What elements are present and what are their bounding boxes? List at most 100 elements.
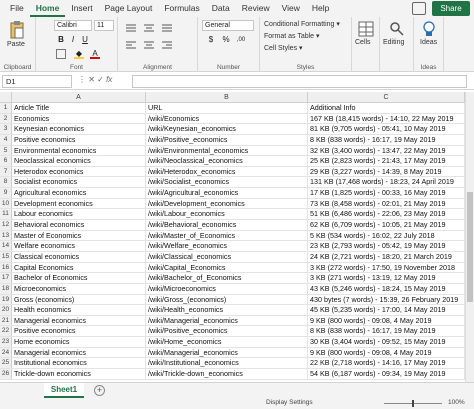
cell[interactable]: 43 KB (5,246 words) - 18:24, 15 May 2019: [308, 283, 465, 294]
cell[interactable]: /wiki/Trickle-down_economics: [146, 369, 308, 379]
borders-icon[interactable]: [56, 49, 66, 59]
ideas-icon[interactable]: [421, 20, 437, 38]
cell[interactable]: 81 KB (9,705 words) - 05:41, 10 May 2019: [308, 124, 465, 134]
currency-icon[interactable]: $: [204, 35, 218, 45]
cell[interactable]: 8 KB (838 words) - 16:17, 19 May 2019: [308, 326, 465, 337]
cell[interactable]: /wiki/Positive_economics: [146, 326, 308, 337]
ideas-label[interactable]: Ideas: [420, 39, 437, 46]
cell[interactable]: 23 KB (2,793 words) - 05:42, 19 May 2019: [308, 241, 465, 251]
tab-insert[interactable]: Insert: [65, 0, 98, 17]
row-number[interactable]: 19: [0, 294, 12, 305]
cell[interactable]: /wiki/Managerial_economics: [146, 315, 308, 326]
row-number[interactable]: 12: [0, 220, 12, 230]
row-number[interactable]: 11: [0, 209, 12, 220]
font-size-select[interactable]: 11: [94, 20, 114, 31]
cell[interactable]: Socialist economics: [12, 177, 146, 188]
row-number[interactable]: 8: [0, 177, 12, 188]
row-number[interactable]: 26: [0, 369, 12, 379]
cell[interactable]: Institutional economics: [12, 358, 146, 369]
editing-icon[interactable]: [389, 21, 405, 37]
cell[interactable]: Classical economics: [12, 251, 146, 262]
column-header-c[interactable]: C: [308, 92, 465, 102]
cell[interactable]: /wiki/Bachelor_of_Economics: [146, 273, 308, 283]
zoom-level[interactable]: 100%: [448, 399, 465, 406]
cell[interactable]: Trickle-down economics: [12, 369, 146, 379]
row-number[interactable]: 5: [0, 145, 12, 156]
cell[interactable]: Managerial economics: [12, 347, 146, 358]
tab-data[interactable]: Data: [206, 0, 236, 17]
cell[interactable]: /wiki/Capital_Economics: [146, 262, 308, 273]
editing-label[interactable]: Editing: [383, 39, 404, 46]
cell[interactable]: 167 KB (18,415 words) - 14:10, 22 May 20…: [308, 113, 465, 124]
row-number[interactable]: 13: [0, 230, 12, 241]
formula-input[interactable]: [132, 75, 467, 88]
cell-styles-button[interactable]: Cell Styles ▾: [264, 44, 303, 52]
row-number[interactable]: 21: [0, 315, 12, 326]
row-number[interactable]: 9: [0, 188, 12, 198]
font-color-icon[interactable]: A: [90, 49, 100, 59]
cell[interactable]: /wiki/Institutional_economics: [146, 358, 308, 369]
paste-icon[interactable]: [9, 21, 25, 39]
row-number[interactable]: 16: [0, 262, 12, 273]
cell[interactable]: /wiki/Economics: [146, 113, 308, 124]
cell[interactable]: 5 KB (534 words) - 16:02, 22 July 2018: [308, 230, 465, 241]
cell[interactable]: Development economics: [12, 198, 146, 209]
cell[interactable]: 8 KB (838 words) - 16:17, 19 May 2019: [308, 134, 465, 145]
tab-file[interactable]: File: [4, 0, 30, 17]
cell[interactable]: /wiki/Agricultural_economics: [146, 188, 308, 198]
conditional-formatting-button[interactable]: Conditional Formatting ▾: [264, 20, 340, 28]
cell[interactable]: /wiki/Master_of_Economics: [146, 230, 308, 241]
cell[interactable]: /wiki/Gross_(economics): [146, 294, 308, 305]
cell[interactable]: Welfare economics: [12, 241, 146, 251]
cell[interactable]: Behavioral economics: [12, 220, 146, 230]
cell[interactable]: /wiki/Heterodox_economics: [146, 166, 308, 177]
cell[interactable]: 24 KB (2,721 words) - 18:20, 21 March 20…: [308, 251, 465, 262]
cell[interactable]: Gross (economics): [12, 294, 146, 305]
cell[interactable]: 9 KB (800 words) - 09:08, 4 May 2019: [308, 347, 465, 358]
cell[interactable]: /wiki/Home_economics: [146, 337, 308, 347]
cell[interactable]: 29 KB (3,227 words) - 14:39, 8 May 2019: [308, 166, 465, 177]
cell[interactable]: Labour economics: [12, 209, 146, 220]
fx-icon[interactable]: ⋮ ✕ ✓ fx: [78, 75, 112, 84]
cell[interactable]: 3 KB (272 words) - 17:50, 19 November 20…: [308, 262, 465, 273]
tab-page-layout[interactable]: Page Layout: [99, 0, 159, 17]
format-as-table-button[interactable]: Format as Table ▾: [264, 32, 320, 40]
cell[interactable]: Keynesian economics: [12, 124, 146, 134]
cell[interactable]: /wiki/Positive_economics: [146, 134, 308, 145]
cell[interactable]: /wiki/Health_economics: [146, 305, 308, 315]
cell[interactable]: /wiki/Welfare_economics: [146, 241, 308, 251]
cell[interactable]: Agricultural economics: [12, 188, 146, 198]
select-all-corner[interactable]: [0, 92, 12, 102]
font-name-select[interactable]: Calibri: [54, 20, 92, 31]
vertical-scrollbar[interactable]: [465, 92, 474, 382]
cell[interactable]: Microeconomics: [12, 283, 146, 294]
cell[interactable]: /wiki/Managerial_economics: [146, 347, 308, 358]
column-header-a[interactable]: A: [12, 92, 146, 102]
cell[interactable]: /wiki/Behavioral_economics: [146, 220, 308, 230]
cell[interactable]: 30 KB (3,404 words) - 09:52, 15 May 2019: [308, 337, 465, 347]
underline-icon[interactable]: U: [80, 35, 90, 45]
cell[interactable]: Home economics: [12, 337, 146, 347]
sheet-tab[interactable]: Sheet1: [44, 383, 84, 398]
cell[interactable]: 54 KB (6,187 words) - 09:34, 19 May 2019: [308, 369, 465, 379]
cell[interactable]: 25 KB (2,823 words) - 21:43, 17 May 2019: [308, 156, 465, 166]
cell[interactable]: /wiki/Microeconomics: [146, 283, 308, 294]
row-number[interactable]: 20: [0, 305, 12, 315]
zoom-slider-thumb[interactable]: [412, 400, 414, 407]
cell[interactable]: 22 KB (2,718 words) - 14:16, 17 May 2019: [308, 358, 465, 369]
cell[interactable]: 32 KB (3,400 words) - 13:47, 22 May 2019: [308, 145, 465, 156]
row-number[interactable]: 15: [0, 251, 12, 262]
tab-review[interactable]: Review: [236, 0, 276, 17]
cell[interactable]: Master of Economics: [12, 230, 146, 241]
cell[interactable]: Health economics: [12, 305, 146, 315]
cell[interactable]: 430 bytes (7 words) - 15:39, 26 February…: [308, 294, 465, 305]
cell[interactable]: /wiki/Classical_economics: [146, 251, 308, 262]
cell[interactable]: /wiki/Neoclassical_economics: [146, 156, 308, 166]
row-number[interactable]: 1: [0, 103, 12, 113]
cell[interactable]: Article Title: [12, 103, 146, 113]
row-number[interactable]: 7: [0, 166, 12, 177]
add-sheet-button[interactable]: +: [94, 385, 105, 396]
tab-view[interactable]: View: [276, 0, 306, 17]
cell[interactable]: 131 KB (17,468 words) - 18:23, 24 April …: [308, 177, 465, 188]
cells-label[interactable]: Cells: [355, 39, 371, 46]
